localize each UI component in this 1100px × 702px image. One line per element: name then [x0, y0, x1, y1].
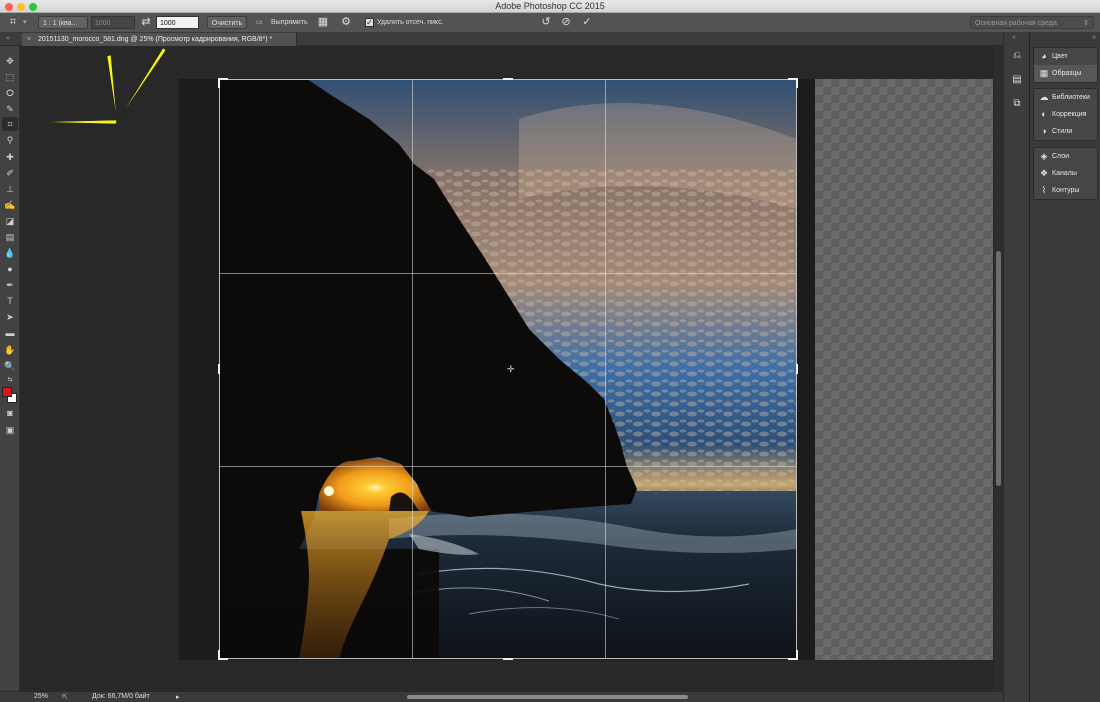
panel-tab-styles[interactable]: ◑ Стили [1034, 123, 1097, 140]
doc-info: Док: 66,7M/0 байт [92, 693, 150, 700]
swatches-icon: ▦ [1039, 68, 1049, 78]
horizontal-scroll-thumb[interactable] [407, 695, 688, 699]
color-wheel-icon: ◕ [1041, 51, 1047, 61]
eraser-tool-icon[interactable]: ◪ [2, 214, 18, 228]
info-panel-icon[interactable]: ⧉ [1010, 97, 1024, 111]
preset-dropdown-arrow[interactable]: ▾ [23, 16, 27, 29]
crop-handle-bottom-left[interactable] [218, 650, 220, 660]
history-panel-icon[interactable]: ⎌ [1010, 49, 1024, 63]
vertical-scroll-thumb[interactable] [996, 251, 1001, 486]
delete-cropped-label: Удалить отсеч. пикс. [377, 19, 444, 26]
document-tab[interactable]: × 20151130_morocco_581.dng @ 25% (Просмо… [22, 33, 297, 46]
panel-icon-dock: « ⎌ ▤ ⧉ [1003, 33, 1029, 702]
status-bar: 25% ⇱ Док: 66,7M/0 байт ▸ [0, 691, 1003, 702]
crop-handle-top[interactable] [503, 78, 513, 80]
reset-crop-icon[interactable]: ↺ [539, 15, 553, 30]
transparent-area [815, 79, 993, 660]
styles-icon: ◑ [1041, 126, 1047, 136]
screen-mode-icon[interactable]: ▣ [2, 423, 18, 437]
overlay-grid-icon[interactable]: ▦ [316, 15, 330, 30]
tools-panel: ✥ ⬚ ⵔ ✎ ⌗ ⚲ ✚ ✐ ⊥ ✍ ◪ ▤ 💧 ● ✒ T ➤ ▬ ✋ 🔍 … [0, 46, 20, 691]
vertical-scrollbar[interactable] [994, 46, 1003, 691]
clear-button[interactable]: Очистить [207, 16, 247, 29]
panel-group-color: ◕ Цвет ▦ Образцы [1033, 47, 1098, 83]
document-tab-bar: » × 20151130_morocco_581.dng @ 25% (Прос… [0, 33, 1003, 46]
eyedropper-tool-icon[interactable]: ⚲ [2, 133, 18, 147]
expand-panels-icon[interactable]: » [1092, 34, 1096, 41]
move-tool-icon[interactable]: ✥ [2, 54, 18, 68]
clone-stamp-tool-icon[interactable]: ⊥ [2, 182, 18, 196]
quick-mask-icon[interactable]: ◙ [2, 406, 18, 420]
panel-group-layers: ◈ Слои ❖ Каналы ⌇ Контуры [1033, 147, 1098, 200]
ratio-select[interactable]: 1 : 1 (ква... [38, 16, 88, 29]
crop-handle-top-left[interactable] [218, 78, 220, 88]
gradient-tool-icon[interactable]: ▤ [2, 230, 18, 244]
crop-handle-left[interactable] [218, 364, 220, 374]
crop-handle-bottom[interactable] [503, 658, 513, 660]
panel-tab-libraries[interactable]: ☁ Библиотеки [1034, 89, 1097, 106]
panel-tab-paths[interactable]: ⌇ Контуры [1034, 182, 1097, 199]
close-tab-icon[interactable]: × [27, 33, 31, 46]
libraries-icon: ☁ [1039, 92, 1049, 102]
share-icon[interactable]: ⇱ [62, 693, 68, 701]
collapse-toolbar-icon[interactable]: » [6, 35, 10, 42]
straighten-icon[interactable]: ▭ [256, 16, 263, 29]
crop-settings-gear-icon[interactable]: ⚙ [339, 15, 353, 30]
path-selection-tool-icon[interactable]: ➤ [2, 310, 18, 324]
workspace-label: Основная рабочая среда [975, 20, 1057, 27]
status-menu-arrow-icon[interactable]: ▸ [176, 693, 180, 701]
marquee-tool-icon[interactable]: ⬚ [2, 70, 18, 84]
adjustments-icon: ◐ [1041, 109, 1047, 119]
type-tool-icon[interactable]: T [2, 294, 18, 308]
panel-tab-color[interactable]: ◕ Цвет [1034, 48, 1097, 65]
workspace-switcher[interactable]: Основная рабочая среда ⇕ [970, 16, 1094, 29]
cancel-crop-icon[interactable]: ⊘ [559, 15, 573, 30]
document-tab-title: 20151130_morocco_581.dng @ 25% (Просмотр… [38, 36, 273, 43]
panel-tab-layers[interactable]: ◈ Слои [1034, 148, 1097, 165]
title-bar: Adobe Photoshop CC 2015 [0, 0, 1100, 13]
rectangle-tool-icon[interactable]: ▬ [2, 326, 18, 340]
right-panels: » ◕ Цвет ▦ Образцы ☁ Библиотеки ◐ Коррекция … [1029, 33, 1100, 702]
panel-tab-channels[interactable]: ❖ Каналы [1034, 165, 1097, 182]
crop-handle-bottom-right[interactable] [796, 650, 798, 660]
foreground-color-swatch[interactable] [2, 387, 12, 397]
width-field[interactable]: 1000 [91, 16, 135, 29]
delete-cropped-checkbox[interactable]: ✓ [365, 18, 374, 27]
swap-colors-icon[interactable]: ⇆ [2, 373, 18, 387]
crop-handle-top-right[interactable] [796, 78, 798, 88]
properties-panel-icon[interactable]: ▤ [1010, 73, 1024, 87]
swap-dimensions-icon[interactable]: ⇄ [139, 15, 153, 30]
quick-selection-tool-icon[interactable]: ✎ [2, 102, 18, 116]
chevron-updown-icon: ⇕ [1083, 20, 1089, 27]
commit-crop-icon[interactable]: ✓ [580, 15, 594, 30]
dodge-tool-icon[interactable]: ● [2, 262, 18, 276]
height-field[interactable]: 1000 [156, 16, 199, 29]
document-canvas[interactable]: ✛ [21, 46, 993, 691]
crop-handle-right[interactable] [796, 364, 798, 374]
pen-tool-icon[interactable]: ✒ [2, 278, 18, 292]
zoom-tool-icon[interactable]: 🔍 [2, 359, 18, 373]
crop-tool-icon[interactable]: ⌗ [2, 117, 18, 131]
channels-icon: ❖ [1039, 168, 1049, 178]
blur-tool-icon[interactable]: 💧 [2, 246, 18, 260]
collapse-dock-icon[interactable]: « [1012, 34, 1016, 41]
paths-icon: ⌇ [1041, 185, 1047, 195]
zoom-level[interactable]: 25% [34, 693, 48, 700]
history-brush-tool-icon[interactable]: ✍ [2, 198, 18, 212]
panel-group-libraries: ☁ Библиотеки ◐ Коррекция ◑ Стили [1033, 88, 1098, 141]
hand-tool-icon[interactable]: ✋ [2, 343, 18, 357]
panel-tab-swatches[interactable]: ▦ Образцы [1034, 65, 1097, 82]
panel-tab-adjustments[interactable]: ◐ Коррекция [1034, 106, 1097, 123]
crop-tool-preset-icon[interactable]: ⌗ [6, 15, 20, 30]
annotation-arrows [38, 47, 167, 125]
brush-tool-icon[interactable]: ✐ [2, 166, 18, 180]
app-title: Adobe Photoshop CC 2015 [495, 1, 605, 11]
healing-brush-tool-icon[interactable]: ✚ [2, 150, 18, 164]
options-bar: ⌗ ▾ 1 : 1 (ква... 1000 ⇄ 1000 Очистить ▭… [0, 13, 1100, 33]
straighten-button[interactable]: Выпрямить [271, 16, 308, 29]
lasso-tool-icon[interactable]: ⵔ [2, 86, 18, 100]
crop-center-icon: ✛ [507, 364, 515, 374]
layers-icon: ◈ [1040, 151, 1048, 161]
